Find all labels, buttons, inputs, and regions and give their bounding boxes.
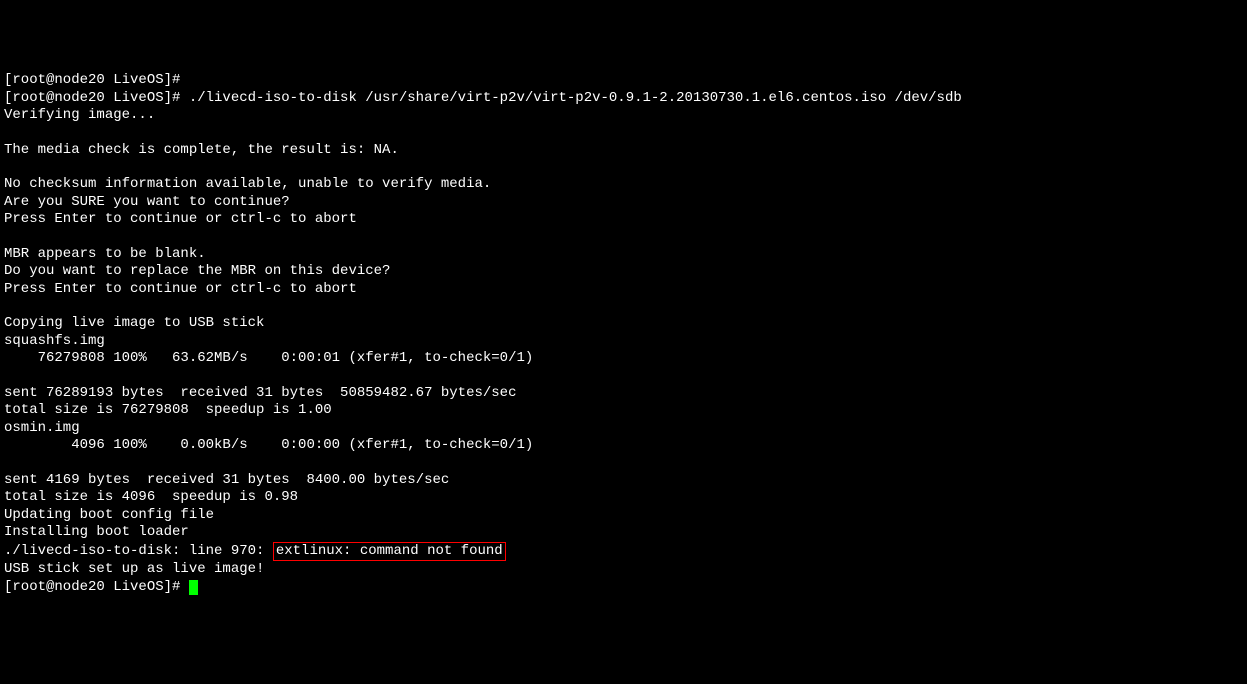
terminal-line: Press Enter to continue or ctrl-c to abo… bbox=[4, 281, 1243, 299]
terminal-line bbox=[4, 298, 1243, 315]
terminal-line: sent 76289193 bytes received 31 bytes 50… bbox=[4, 385, 1243, 403]
terminal-line: Press Enter to continue or ctrl-c to abo… bbox=[4, 211, 1243, 229]
terminal-line: Verifying image... bbox=[4, 107, 1243, 125]
terminal-line bbox=[4, 159, 1243, 176]
error-highlight: extlinux: command not found bbox=[273, 542, 506, 562]
terminal-line: Copying live image to USB stick bbox=[4, 315, 1243, 333]
terminal-line: [root@node20 LiveOS]# bbox=[4, 72, 1243, 90]
terminal-line: USB stick set up as live image! bbox=[4, 561, 1243, 579]
terminal-line bbox=[4, 455, 1243, 472]
terminal-line: Are you SURE you want to continue? bbox=[4, 194, 1243, 212]
terminal-line: No checksum information available, unabl… bbox=[4, 176, 1243, 194]
terminal-line: sent 4169 bytes received 31 bytes 8400.0… bbox=[4, 472, 1243, 490]
terminal-line: MBR appears to be blank. bbox=[4, 246, 1243, 264]
terminal-line: total size is 76279808 speedup is 1.00 bbox=[4, 402, 1243, 420]
terminal-line: Installing boot loader bbox=[4, 524, 1243, 542]
terminal-line bbox=[4, 125, 1243, 142]
error-prefix: ./livecd-iso-to-disk: line 970: bbox=[4, 543, 273, 559]
error-line: ./livecd-iso-to-disk: line 970: extlinux… bbox=[4, 542, 1243, 562]
prompt-line[interactable]: [root@node20 LiveOS]# bbox=[4, 579, 1243, 597]
terminal-line: 4096 100% 0.00kB/s 0:00:00 (xfer#1, to-c… bbox=[4, 437, 1243, 455]
terminal-line: total size is 4096 speedup is 0.98 bbox=[4, 489, 1243, 507]
terminal-line: 76279808 100% 63.62MB/s 0:00:01 (xfer#1,… bbox=[4, 350, 1243, 368]
terminal-line: squashfs.img bbox=[4, 333, 1243, 351]
terminal-line: osmin.img bbox=[4, 420, 1243, 438]
shell-prompt: [root@node20 LiveOS]# bbox=[4, 579, 189, 595]
terminal-line: Do you want to replace the MBR on this d… bbox=[4, 263, 1243, 281]
terminal-line bbox=[4, 229, 1243, 246]
terminal-line: Updating boot config file bbox=[4, 507, 1243, 525]
cursor-icon bbox=[189, 580, 198, 595]
terminal-line: [root@node20 LiveOS]# ./livecd-iso-to-di… bbox=[4, 90, 1243, 108]
terminal-line bbox=[4, 368, 1243, 385]
terminal-output[interactable]: [root@node20 LiveOS]#[root@node20 LiveOS… bbox=[4, 72, 1243, 596]
terminal-line: The media check is complete, the result … bbox=[4, 142, 1243, 160]
